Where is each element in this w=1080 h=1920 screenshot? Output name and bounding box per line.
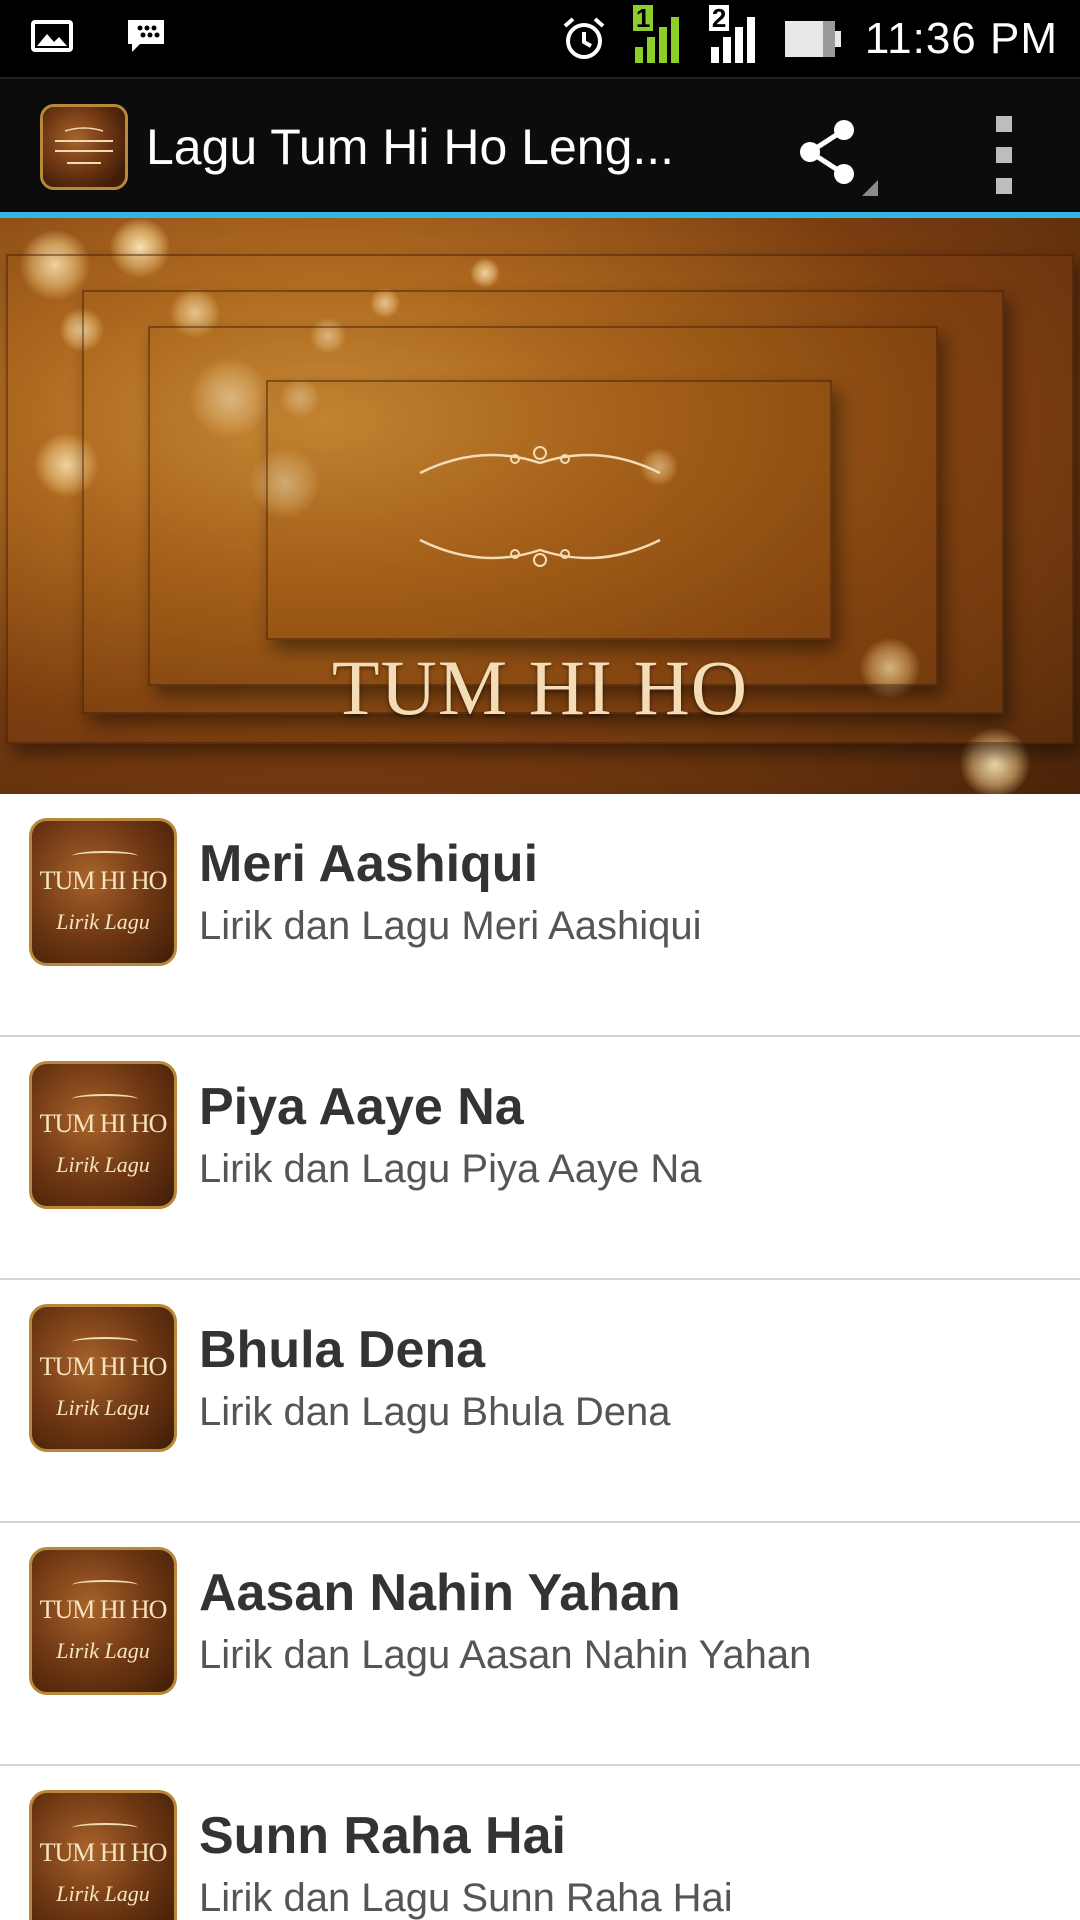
share-icon bbox=[800, 120, 878, 196]
thumb-ornament bbox=[72, 1823, 138, 1833]
status-system: 1 2 11:36 PM bbox=[559, 0, 1058, 77]
status-time: 11:36 PM bbox=[864, 13, 1058, 63]
thumb-ornament bbox=[72, 1580, 138, 1590]
sim1-label: 1 bbox=[632, 4, 654, 31]
song-list-item[interactable]: TUM HI HO Lirik Lagu Meri Aashiqui Lirik… bbox=[0, 794, 1080, 1037]
status-notifications bbox=[30, 14, 168, 58]
song-subtitle: Lirik dan Lagu Sunn Raha Hai bbox=[199, 1876, 733, 1920]
share-button[interactable] bbox=[780, 110, 880, 200]
thumb-subtitle: Lirik Lagu bbox=[56, 1395, 150, 1420]
sim2-label: 2 bbox=[708, 4, 730, 31]
thumb-ornament bbox=[72, 851, 138, 861]
gallery-icon bbox=[31, 20, 73, 52]
song-subtitle: Lirik dan Lagu Aasan Nahin Yahan bbox=[199, 1633, 812, 1677]
song-title: Meri Aashiqui bbox=[199, 835, 539, 893]
song-thumbnail: TUM HI HO Lirik Lagu bbox=[29, 818, 177, 966]
ornament-top-icon bbox=[419, 446, 661, 475]
signal-sim2-icon: 2 bbox=[707, 4, 761, 67]
song-title: Bhula Dena bbox=[199, 1321, 486, 1379]
thumb-subtitle: Lirik Lagu bbox=[56, 909, 150, 934]
status-bar: 1 2 11:36 PM bbox=[0, 0, 1080, 77]
signal-sim1-icon: 1 bbox=[631, 4, 685, 67]
song-thumbnail: TUM HI HO Lirik Lagu bbox=[29, 1304, 177, 1452]
battery-icon bbox=[784, 20, 841, 57]
song-title: Aasan Nahin Yahan bbox=[199, 1564, 681, 1622]
song-list-item[interactable]: TUM HI HO Lirik Lagu Sunn Raha Hai Lirik… bbox=[0, 1766, 1080, 1920]
thumb-ornament bbox=[72, 1094, 138, 1104]
thumb-ornament bbox=[72, 1337, 138, 1347]
thumb-title: TUM HI HO bbox=[39, 1109, 168, 1138]
app-logo-icon[interactable] bbox=[40, 104, 128, 190]
banner-frame bbox=[266, 380, 832, 640]
overflow-menu-button[interactable] bbox=[975, 110, 1035, 200]
song-title: Piya Aaye Na bbox=[199, 1078, 524, 1136]
thumb-subtitle: Lirik Lagu bbox=[56, 1881, 150, 1906]
thumb-title: TUM HI HO bbox=[39, 1352, 168, 1381]
thumb-title: TUM HI HO bbox=[39, 1838, 168, 1867]
ornament-bottom-icon bbox=[419, 538, 661, 567]
thumb-subtitle: Lirik Lagu bbox=[56, 1152, 150, 1177]
header-banner: TUM HI HO bbox=[0, 218, 1080, 794]
banner-title: TUM HI HO bbox=[331, 644, 749, 731]
thumb-title: TUM HI HO bbox=[39, 866, 168, 895]
song-list: TUM HI HO Lirik Lagu Meri Aashiqui Lirik… bbox=[0, 794, 1080, 1920]
thumb-subtitle: Lirik Lagu bbox=[56, 1638, 150, 1663]
song-list-item[interactable]: TUM HI HO Lirik Lagu Aasan Nahin Yahan L… bbox=[0, 1523, 1080, 1766]
song-list-item[interactable]: TUM HI HO Lirik Lagu Bhula Dena Lirik da… bbox=[0, 1280, 1080, 1523]
song-subtitle: Lirik dan Lagu Meri Aashiqui bbox=[199, 904, 702, 948]
song-subtitle: Lirik dan Lagu Bhula Dena bbox=[199, 1390, 671, 1434]
song-thumbnail: TUM HI HO Lirik Lagu bbox=[29, 1547, 177, 1695]
thumb-title: TUM HI HO bbox=[39, 1595, 168, 1624]
alarm-icon bbox=[563, 16, 605, 59]
song-list-item[interactable]: TUM HI HO Lirik Lagu Piya Aaye Na Lirik … bbox=[0, 1037, 1080, 1280]
song-thumbnail: TUM HI HO Lirik Lagu bbox=[29, 1061, 177, 1209]
song-thumbnail: TUM HI HO Lirik Lagu bbox=[29, 1790, 177, 1920]
song-title: Sunn Raha Hai bbox=[199, 1807, 566, 1865]
song-subtitle: Lirik dan Lagu Piya Aaye Na bbox=[199, 1147, 702, 1191]
bbm-icon bbox=[128, 20, 164, 52]
app-title: Lagu Tum Hi Ho Leng... bbox=[146, 119, 675, 175]
overflow-menu-icon bbox=[996, 116, 1012, 194]
